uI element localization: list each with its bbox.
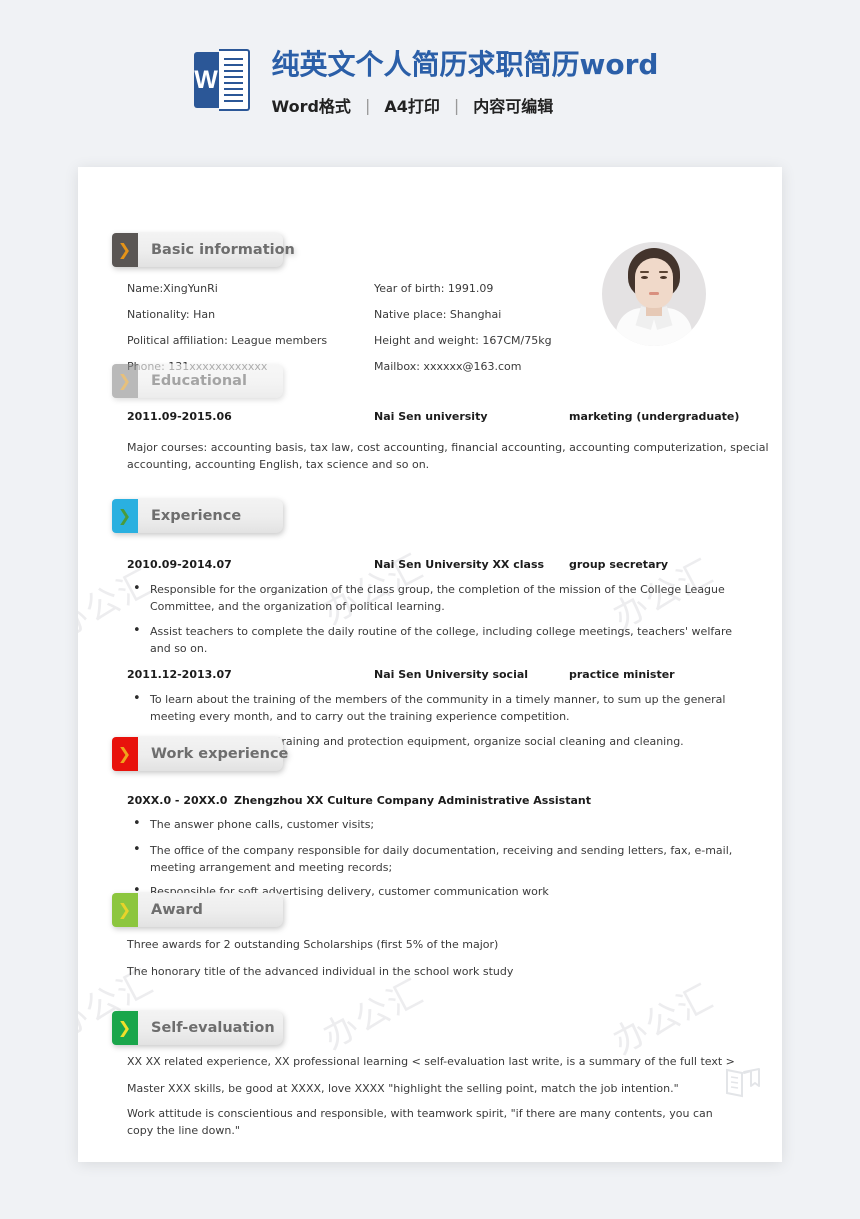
bullet-text: The office of the company responsible fo… <box>150 844 733 874</box>
section-header-self-evaluation[interactable]: ❯ Self-evaluation <box>112 1011 283 1045</box>
experience-role: practice minister <box>569 668 675 681</box>
bullet-text: Assist teachers to complete the daily ro… <box>150 625 733 655</box>
bullet-text: To learn about the training of the membe… <box>150 693 726 723</box>
section-header-award[interactable]: ❯ Award <box>112 893 283 927</box>
experience-org: Nai Sen University social <box>374 668 529 681</box>
section-label: Self-evaluation <box>151 1020 275 1036</box>
experience-date: 2011.12-2013.07 <box>127 668 232 681</box>
section-label: Experience <box>151 508 242 524</box>
education-school: Nai Sen university <box>374 410 488 423</box>
chevron-right-icon: ❯ <box>117 744 132 763</box>
education-date: 2011.09-2015.06 <box>127 410 232 423</box>
subtitle-separator-2: | <box>453 95 460 115</box>
subtitle-part-format: Word格式 <box>271 97 351 116</box>
chevron-box-basic-information: ❯ <box>112 233 138 267</box>
experience-org: Nai Sen University XX class <box>374 558 545 571</box>
chevron-right-icon: ❯ <box>117 371 132 390</box>
chevron-box-work-experience: ❯ <box>112 737 138 771</box>
chevron-box-self-evaluation: ❯ <box>112 1011 138 1045</box>
work-experience-date: 20XX.0 - 20XX.0 <box>127 794 228 807</box>
chevron-right-icon: ❯ <box>117 506 132 525</box>
self-evaluation-item: Work attitude is conscientious and respo… <box>127 1107 713 1137</box>
bullet-text: Responsible for the organization of the … <box>150 583 725 613</box>
experience-bullet: • Responsible for the organization of th… <box>133 581 733 615</box>
word-logo-letter: W <box>194 66 218 94</box>
watermark-text: 办公汇 <box>606 976 721 1063</box>
section-header-experience[interactable]: ❯ Experience <box>112 499 283 533</box>
experience-role: group secretary <box>569 558 669 571</box>
education-major: marketing (undergraduate) <box>569 410 740 423</box>
open-book-icon <box>726 1068 760 1098</box>
resume-document-page: 办公汇 办公汇 办公汇 办公汇 办公汇 办公汇 ❯ Basic informat… <box>78 167 782 1162</box>
section-header-basic-information[interactable]: ❯ Basic information <box>112 233 295 267</box>
experience-bullet: • Assist teachers to complete the daily … <box>133 623 753 657</box>
chevron-box-experience: ❯ <box>112 499 138 533</box>
chevron-right-icon: ❯ <box>117 240 132 259</box>
basic-info-native: Native place: Shanghai <box>374 308 502 321</box>
award-item: The honorary title of the advanced indiv… <box>127 965 514 978</box>
word-logo-icon: W <box>193 49 250 111</box>
portrait-photo <box>602 242 706 346</box>
section-label: Award <box>151 902 203 918</box>
work-experience-bullet: • The office of the company responsible … <box>133 842 738 876</box>
page-title: 纯英文个人简历求职简历word <box>271 48 659 81</box>
basic-info-birth: Year of birth: 1991.09 <box>374 282 494 295</box>
education-courses-line-2: accounting, accounting English, tax scie… <box>127 458 430 471</box>
bullet-text: The answer phone calls, customer visits; <box>150 818 375 831</box>
work-experience-bullet: • The answer phone calls, customer visit… <box>133 816 733 833</box>
section-label: Basic information <box>151 242 295 258</box>
basic-info-height: Height and weight: 167CM/75kg <box>374 334 552 347</box>
subtitle-part-editable: 内容可编辑 <box>473 97 554 116</box>
self-evaluation-item: XX XX related experience, XX professiona… <box>127 1055 735 1068</box>
bullet-dot-icon: • <box>133 816 141 831</box>
bullet-dot-icon: • <box>133 842 141 857</box>
section-header-work-experience[interactable]: ❯ Work experience <box>112 737 288 771</box>
bullet-dot-icon: • <box>133 623 141 638</box>
award-item: Three awards for 2 outstanding Scholarsh… <box>127 938 499 951</box>
basic-info-mailbox: Mailbox: xxxxxx@163.com <box>374 360 522 373</box>
subtitle-part-print: A4打印 <box>384 97 440 116</box>
subtitle-separator-1: | <box>364 95 371 115</box>
chevron-right-icon: ❯ <box>117 900 132 919</box>
self-evaluation-item: Master XXX skills, be good at XXXX, love… <box>127 1082 679 1095</box>
page-subtitle: Word格式 | A4打印 | 内容可编辑 <box>272 93 659 117</box>
section-label: Educational <box>151 373 247 389</box>
experience-date: 2010.09-2014.07 <box>127 558 232 571</box>
education-courses-line-1: Major courses: accounting basis, tax law… <box>127 441 769 454</box>
chevron-box-award: ❯ <box>112 893 138 927</box>
chevron-box-educational: ❯ <box>112 364 138 398</box>
bullet-dot-icon: • <box>133 691 141 706</box>
basic-info-name: Name:XingYunRi <box>127 282 218 295</box>
bullet-dot-icon: • <box>133 581 141 596</box>
section-header-educational[interactable]: ❯ Educational <box>112 364 283 398</box>
page-header-banner: W 纯英文个人简历求职简历word Word格式 | A4打印 | 内容可编辑 <box>0 0 860 160</box>
basic-info-nationality: Nationality: Han <box>127 308 216 321</box>
experience-bullet: • To learn about the training of the mem… <box>133 691 738 725</box>
work-experience-title: Zhengzhou XX Culture Company Administrat… <box>234 794 591 807</box>
basic-info-political: Political affiliation: League members <box>127 334 328 347</box>
chevron-right-icon: ❯ <box>117 1018 132 1037</box>
section-label: Work experience <box>151 746 289 762</box>
